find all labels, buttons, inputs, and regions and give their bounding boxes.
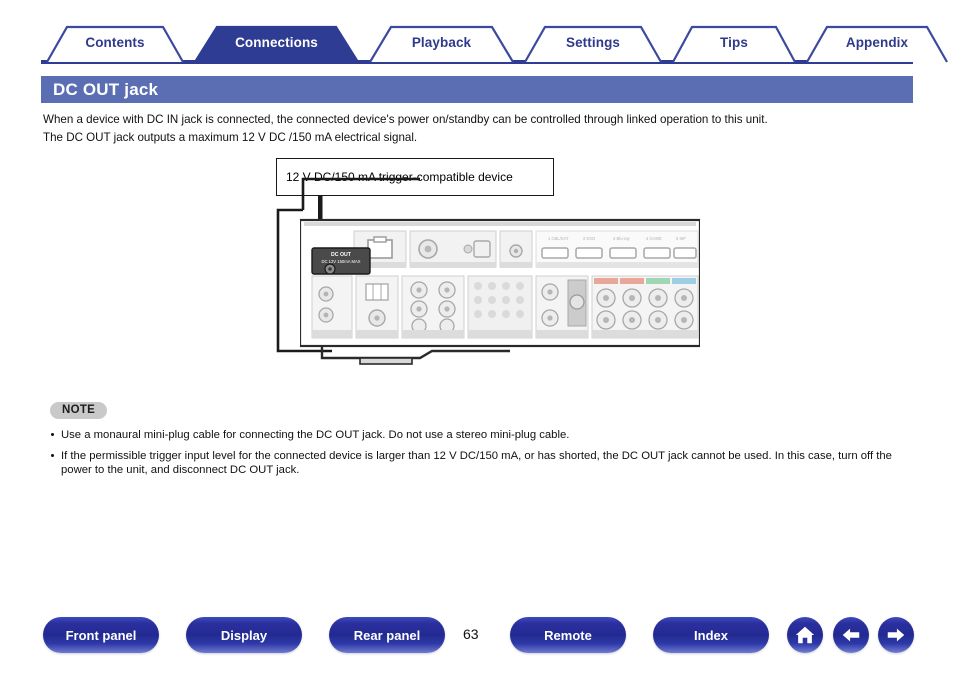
note-item: If the permissible trigger input level f… <box>50 449 915 478</box>
panel-speakers <box>591 275 699 339</box>
arrow-left-icon <box>842 628 860 642</box>
arrow-right-icon <box>887 628 905 642</box>
svg-text:4 GAME: 4 GAME <box>646 236 662 241</box>
intro-text: When a device with DC IN jack is connect… <box>43 111 923 147</box>
note-badge: NOTE <box>50 402 108 419</box>
back-button[interactable] <box>833 617 869 653</box>
nav-button-label: Rear panel <box>353 627 421 643</box>
top-tab-bar: Contents Connections Playback Settings T… <box>41 22 948 64</box>
panel-audio-in <box>401 275 465 339</box>
tab-playback[interactable]: Playback <box>364 22 519 63</box>
page-title-banner: DC OUT jack <box>41 76 913 103</box>
svg-text:3 Blu-ray: 3 Blu-ray <box>613 236 631 241</box>
panel-antenna <box>355 275 399 339</box>
svg-text:DC OUT: DC OUT <box>331 252 352 258</box>
tab-shape-connections <box>193 25 360 64</box>
connection-diagram: 12 V DC/150 mA trigger-compatible device <box>270 155 700 380</box>
tab-connections[interactable]: Connections <box>189 22 364 64</box>
nav-button-remote[interactable]: Remote <box>510 617 626 653</box>
intro-line-1: When a device with DC IN jack is connect… <box>43 113 768 126</box>
svg-text:5 MP: 5 MP <box>676 236 686 241</box>
dc-out-jack-highlight: DC OUT DC 12V 150mA MAX <box>311 247 371 275</box>
note-block: NOTE Use a monaural mini-plug cable for … <box>50 400 915 484</box>
home-button[interactable] <box>787 617 823 653</box>
nav-button-index[interactable]: Index <box>653 617 769 653</box>
forward-button[interactable] <box>878 617 914 653</box>
nav-button-rear-panel[interactable]: Rear panel <box>329 617 445 653</box>
panel-flasher-in <box>499 230 533 268</box>
intro-line-2: The DC OUT jack outputs a maximum 12 V D… <box>43 131 418 144</box>
bottom-navigation: Front panel Display Rear panel 63 Remote… <box>0 617 954 657</box>
tab-tips[interactable]: Tips <box>667 22 801 63</box>
page-title: DC OUT jack <box>53 79 159 99</box>
nav-button-display[interactable]: Display <box>186 617 302 653</box>
nav-button-label: Remote <box>544 627 592 643</box>
nav-button-front-panel[interactable]: Front panel <box>43 617 159 653</box>
svg-text:2 DVD: 2 DVD <box>583 236 595 241</box>
svg-text:1 CBL/SAT: 1 CBL/SAT <box>548 236 569 241</box>
tab-contents[interactable]: Contents <box>41 22 189 63</box>
panel-hdmi-row: 1 CBL/SAT 2 DVD 3 Blu-ray 4 GAME 5 MP <box>535 230 699 268</box>
home-icon <box>795 626 815 644</box>
tab-shape-playback <box>369 25 514 63</box>
tab-appendix[interactable]: Appendix <box>801 22 953 63</box>
page-number: 63 <box>463 626 479 642</box>
nav-button-label: Index <box>694 627 728 643</box>
panel-pre-out <box>467 275 533 339</box>
note-item: Use a monaural mini-plug cable for conne… <box>50 428 915 443</box>
svg-text:DC 12V 150mA MAX: DC 12V 150mA MAX <box>321 259 360 264</box>
tab-shape-tips <box>672 25 796 63</box>
nav-button-label: Display <box>220 627 268 643</box>
panel-digital-audio-in <box>409 230 497 268</box>
tab-settings[interactable]: Settings <box>519 22 667 63</box>
receiver-rear-panel: 1 CBL/SAT 2 DVD 3 Blu-ray 4 GAME 5 MP DC… <box>300 218 700 365</box>
tab-shape-contents <box>46 25 184 63</box>
panel-remote-control <box>311 275 353 339</box>
nav-button-label: Front panel <box>65 627 137 643</box>
panel-video-in <box>535 275 589 339</box>
note-list: Use a monaural mini-plug cable for conne… <box>50 428 915 478</box>
tab-shape-settings <box>524 25 662 63</box>
tab-shape-appendix <box>806 25 948 63</box>
